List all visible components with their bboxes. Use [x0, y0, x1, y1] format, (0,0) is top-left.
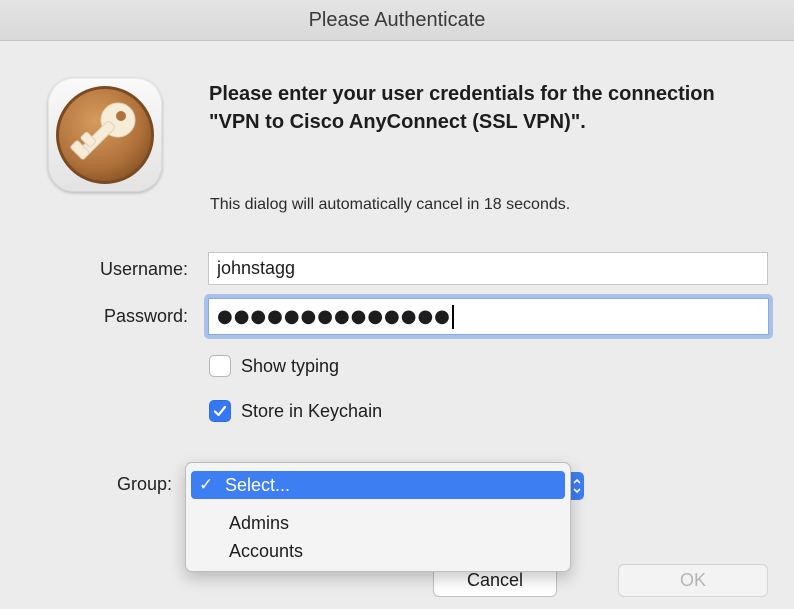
password-field[interactable]: ●●●●●●●●●●●●●●: [208, 298, 769, 335]
menu-item-admins[interactable]: Admins: [191, 509, 565, 537]
keychain-key-icon: [48, 78, 162, 192]
countdown-text: This dialog will automatically cancel in…: [210, 196, 571, 213]
store-keychain-option[interactable]: Store in Keychain: [209, 400, 382, 422]
checkmark-icon: [213, 405, 227, 417]
menu-item-select[interactable]: ✓ Select...: [191, 471, 565, 499]
ok-button[interactable]: OK: [618, 564, 768, 597]
menu-item-accounts[interactable]: Accounts: [191, 537, 565, 565]
menu-item-label: Accounts: [229, 540, 304, 561]
menu-item-label: Select...: [225, 474, 291, 495]
password-focus-ring: ●●●●●●●●●●●●●●: [204, 294, 773, 339]
password-masked-value: ●●●●●●●●●●●●●●: [217, 306, 451, 327]
updown-chevron-icon: [573, 478, 581, 494]
password-label: Password:: [103, 306, 188, 326]
checkmark-icon: ✓: [199, 475, 214, 495]
store-keychain-checkbox[interactable]: [209, 400, 231, 422]
menu-item-label: Admins: [229, 512, 290, 533]
store-keychain-label: Store in Keychain: [241, 400, 383, 421]
dialog-heading: Please enter your user credentials for t…: [209, 83, 715, 133]
group-dropdown-menu: ✓ Select... Admins Accounts: [185, 462, 571, 572]
group-popup-button[interactable]: [570, 472, 584, 500]
group-label: Group:: [117, 474, 173, 494]
username-label: Username:: [99, 259, 188, 279]
window-title: Please Authenticate: [308, 8, 486, 31]
username-field[interactable]: [208, 252, 768, 285]
show-typing-option[interactable]: Show typing: [209, 355, 339, 377]
show-typing-label: Show typing: [241, 355, 340, 376]
show-typing-checkbox[interactable]: [209, 355, 231, 377]
title-bar: Please Authenticate: [0, 0, 794, 41]
text-caret: [451, 304, 454, 329]
